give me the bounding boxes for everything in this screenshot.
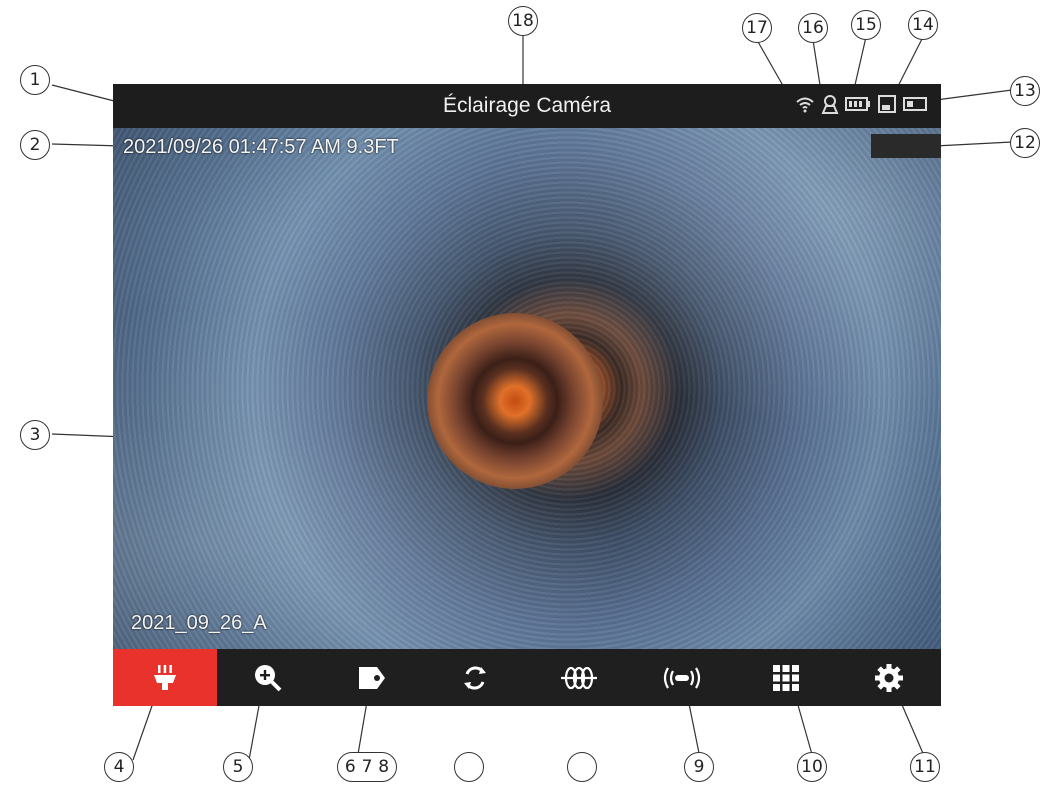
callout-16: 16 — [798, 13, 828, 43]
camera-person-icon — [821, 94, 839, 119]
grid-menu-button[interactable] — [734, 649, 838, 706]
callout-empty-sonde — [567, 752, 597, 782]
callout-1: 1 — [20, 65, 50, 95]
callout-9: 9 — [684, 752, 714, 782]
callout-5: 5 — [223, 752, 253, 782]
tag-icon — [358, 666, 385, 689]
callout-10: 10 — [797, 752, 827, 782]
folder-name-overlay: 2021_09_26_A — [131, 612, 267, 634]
callout-2: 2 — [20, 130, 50, 160]
callout-18: 18 — [508, 6, 538, 36]
callout-empty-rotate — [454, 752, 484, 782]
overlay-indicator-box — [871, 134, 941, 158]
callout-8: 8 — [378, 757, 390, 777]
light-button[interactable] — [113, 649, 217, 706]
device-screen: Éclairage Caméra 2021/09/26 01:47:57 AM … — [113, 84, 941, 706]
zoom-button[interactable] — [217, 649, 321, 706]
title-bar: Éclairage Caméra — [113, 84, 941, 128]
storage-icon — [903, 96, 927, 117]
settings-gear-icon — [875, 663, 904, 692]
settings-button[interactable] — [838, 649, 942, 706]
callout-13: 13 — [1010, 76, 1040, 106]
callout-17: 17 — [742, 13, 772, 43]
sd-card-icon — [877, 94, 897, 119]
camera-live-view — [113, 128, 941, 649]
pipe-opening — [427, 313, 603, 489]
rotate-icon — [464, 666, 487, 689]
wifi-icon — [795, 95, 815, 118]
status-icons — [795, 94, 927, 119]
bottom-toolbar — [113, 649, 941, 706]
callout-11: 11 — [910, 752, 940, 782]
callout-14: 14 — [908, 10, 938, 40]
callout-7: 7 — [361, 757, 373, 777]
tag-button[interactable] — [320, 649, 424, 706]
transmitter-icon — [664, 666, 701, 689]
sonde-icon — [560, 666, 597, 689]
callout-12: 12 — [1010, 128, 1040, 158]
light-icon — [153, 664, 176, 690]
callout-6: 6 — [344, 757, 356, 777]
zoom-in-icon — [255, 664, 282, 691]
sonde-button[interactable] — [527, 649, 631, 706]
callout-3: 3 — [20, 420, 50, 450]
transmitter-button[interactable] — [631, 649, 735, 706]
datetime-distance-overlay: 2021/09/26 01:47:57 AM 9.3FT — [123, 136, 399, 158]
callout-4: 4 — [104, 752, 134, 782]
callout-15: 15 — [851, 10, 881, 40]
grid-menu-icon — [772, 664, 799, 691]
callout-6-7-8: 6 7 8 — [337, 752, 397, 782]
rotate-button[interactable] — [424, 649, 528, 706]
battery-icon — [845, 96, 871, 117]
